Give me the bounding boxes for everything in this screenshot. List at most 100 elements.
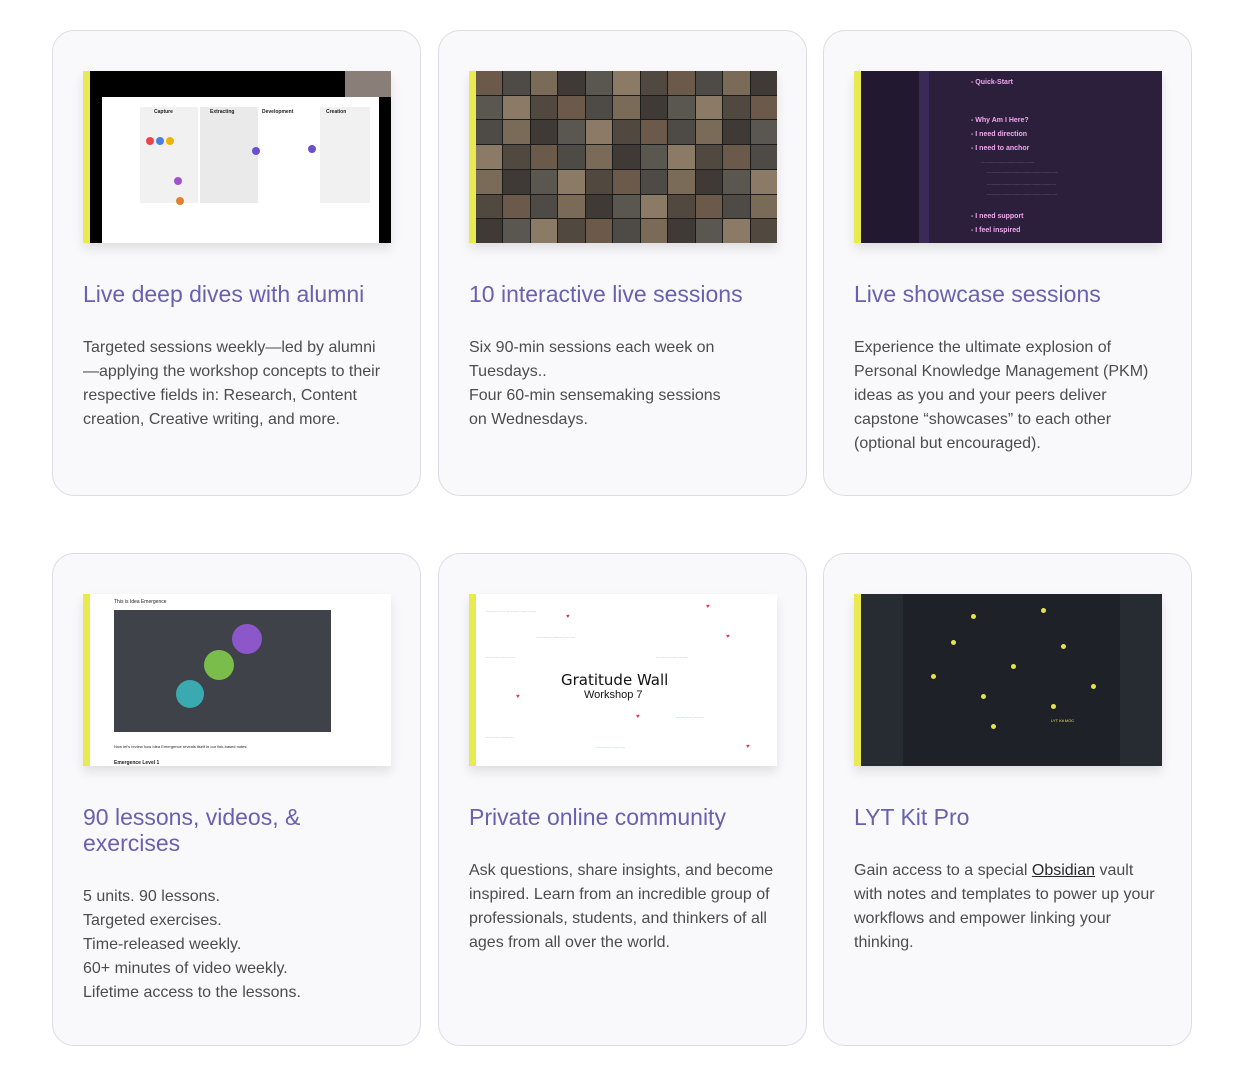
participant-video-tile [723, 145, 750, 169]
participant-video-tile [476, 145, 503, 169]
card-title: Live deep dives with alumni [83, 281, 365, 307]
participant-video-tile [585, 219, 613, 243]
card-title: 10 interactive live sessions [469, 281, 743, 307]
participant-video-tile [640, 71, 668, 95]
video-call-grid-thumbnail [469, 71, 777, 243]
participant-video-tile [750, 194, 777, 219]
participant-video-tile [558, 145, 585, 169]
participant-video-tile [558, 219, 585, 243]
participant-video-tile [640, 194, 668, 219]
presenter-video-thumbnail [345, 71, 391, 97]
participant-video-tile [668, 71, 695, 95]
participant-video-tile [585, 120, 613, 145]
participant-video-tile [613, 120, 640, 145]
participant-video-tile [750, 219, 777, 243]
participant-video-tile [668, 194, 695, 219]
graph-view-thumbnail: LYT Kit MOC [854, 594, 1162, 766]
card-title: LYT Kit Pro [854, 804, 970, 830]
participant-video-tile [558, 95, 585, 120]
participant-video-tile [723, 194, 750, 219]
participant-video-tile [640, 219, 668, 243]
participant-video-tile [723, 169, 750, 194]
participant-video-tile [723, 120, 750, 145]
card-description: 5 units. 90 lessons. Targeted exercises.… [83, 888, 301, 1001]
participant-video-tile [503, 95, 530, 120]
card-description: Ask questions, share insights, and becom… [469, 862, 774, 951]
card-title: Private online community [469, 804, 726, 830]
participant-video-tile [695, 219, 723, 243]
participant-video-tile [723, 95, 750, 120]
participant-video-tile [558, 169, 585, 194]
participant-video-tile [750, 145, 777, 169]
participant-video-tile [695, 169, 723, 194]
participant-video-tile [613, 145, 640, 169]
participant-video-tile [558, 194, 585, 219]
participant-video-tile [668, 169, 695, 194]
participant-video-tile [750, 169, 777, 194]
feature-card-community: .......... ...... ............ ...... ..… [438, 553, 807, 1046]
card-description: Targeted sessions weekly—led by alumni —… [83, 339, 381, 428]
obsidian-app-thumbnail: - Quick-Start - Why Am I Here? - I need … [854, 71, 1162, 243]
participant-video-tile [530, 71, 558, 95]
participant-video-tile [668, 120, 695, 145]
participant-video-tile [585, 95, 613, 120]
participant-video-tile [476, 194, 503, 219]
participant-video-tile [558, 120, 585, 145]
participant-video-tile [668, 95, 695, 120]
participant-video-tile [668, 145, 695, 169]
participant-video-tile [640, 145, 668, 169]
participant-video-tile [503, 169, 530, 194]
card-description: Six 90-min sessions each week on Tuesday… [469, 339, 721, 428]
participant-video-tile [750, 120, 777, 145]
participant-video-tile [476, 169, 503, 194]
card-title: Live showcase sessions [854, 281, 1101, 307]
participant-video-tile [723, 219, 750, 243]
participant-video-tile [613, 95, 640, 120]
participant-video-tile [503, 120, 530, 145]
participant-video-tile [695, 194, 723, 219]
participant-video-tile [530, 95, 558, 120]
participant-video-tile [640, 169, 668, 194]
participant-video-tile [476, 120, 503, 145]
participant-video-tile [695, 120, 723, 145]
feature-card-lyt-kit: LYT Kit MOC LYT Kit Pro Gain access to a… [823, 553, 1192, 1046]
card-description: Gain access to a special Obsidian vault … [854, 862, 1155, 951]
participant-video-tile [585, 145, 613, 169]
participant-video-tile [503, 219, 530, 243]
participant-video-tile [695, 95, 723, 120]
participant-video-tile [613, 71, 640, 95]
participant-video-tile [558, 71, 585, 95]
gratitude-wall-thumbnail: .......... ...... ............ ...... ..… [469, 594, 777, 766]
participant-video-tile [750, 95, 777, 120]
participant-video-tile [530, 169, 558, 194]
participant-video-tile [585, 169, 613, 194]
participant-video-tile [530, 194, 558, 219]
participant-video-tile [640, 95, 668, 120]
card-title: 90 lessons, videos, & exercises [83, 804, 301, 856]
feature-card-live-sessions: 10 interactive live sessions Six 90-min … [438, 30, 807, 496]
participant-video-tile [750, 71, 777, 95]
participant-video-tile [613, 219, 640, 243]
participant-video-tile [668, 219, 695, 243]
participant-video-tile [585, 71, 613, 95]
participant-video-tile [613, 169, 640, 194]
participant-video-tile [695, 145, 723, 169]
participant-video-tile [530, 145, 558, 169]
participant-video-tile [530, 120, 558, 145]
feature-card-deep-dives: Capture Extracting Development Creation … [52, 30, 421, 496]
participant-video-tile [640, 120, 668, 145]
participant-video-tile [503, 194, 530, 219]
idea-emergence-slide-thumbnail: This is Idea Emergence Now let's review … [83, 594, 391, 766]
participant-video-tile [503, 71, 530, 95]
participant-video-tile [476, 71, 503, 95]
participant-video-tile [613, 194, 640, 219]
feature-card-lessons: This is Idea Emergence Now let's review … [52, 553, 421, 1046]
participant-video-tile [585, 194, 613, 219]
participant-video-tile [503, 145, 530, 169]
participant-video-tile [723, 71, 750, 95]
participant-video-tile [476, 95, 503, 120]
card-description: Experience the ultimate explosion of Per… [854, 339, 1149, 452]
obsidian-link[interactable]: Obsidian [1032, 862, 1095, 879]
deep-dives-thumbnail: Capture Extracting Development Creation [83, 71, 391, 243]
participant-video-tile [530, 219, 558, 243]
